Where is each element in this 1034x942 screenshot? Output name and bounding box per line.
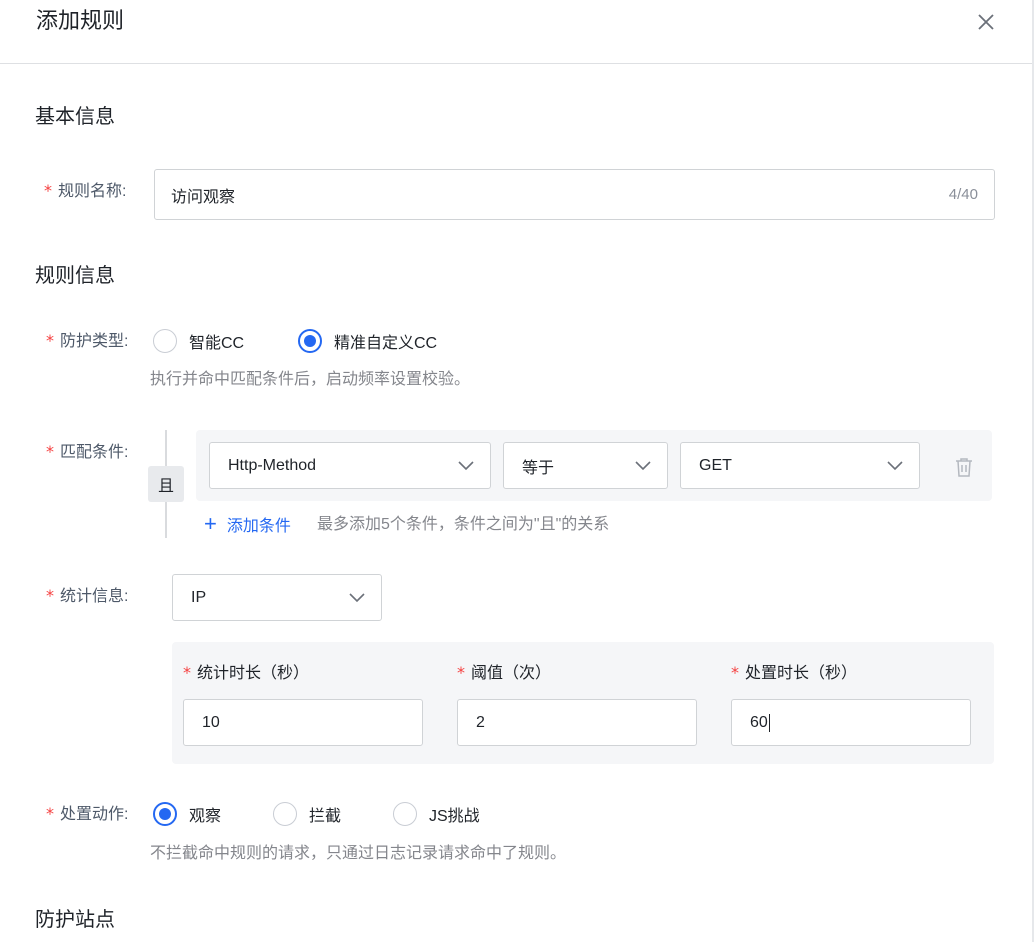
radio-circle-checked [153, 802, 177, 826]
duration-label: * 统计时长（秒） [183, 663, 310, 682]
radio-circle-checked [298, 329, 322, 353]
rule-name-value: 访问观察 [171, 188, 236, 206]
rule-name-label: * 规则名称: [44, 181, 127, 200]
required-mark: * [46, 331, 54, 350]
required-mark: * [183, 663, 191, 682]
radio-circle [273, 802, 297, 826]
radio-circle [153, 329, 177, 353]
action-label: * 处置动作: [46, 804, 129, 823]
statistics-label: * 统计信息: [46, 586, 129, 605]
condition-value-select[interactable]: GET [680, 442, 920, 489]
logic-and-badge: 且 [148, 466, 184, 502]
chevron-down-icon [458, 460, 474, 471]
radio-label: JS挑战 [429, 808, 480, 825]
text-cursor [768, 713, 770, 732]
rule-name-input[interactable]: 访问观察 4/40 [154, 169, 995, 220]
header-divider [0, 63, 1034, 64]
radio-block[interactable]: 拦截 [273, 802, 341, 826]
required-mark: * [46, 586, 54, 605]
radio-js-challenge[interactable]: JS挑战 [393, 802, 480, 826]
required-mark: * [731, 663, 739, 682]
required-mark: * [457, 663, 465, 682]
section-basic-info: 基本信息 [35, 106, 115, 128]
protection-type-label: * 防护类型: [46, 331, 129, 350]
action-duration-value: 60 [750, 713, 768, 731]
duration-value: 10 [202, 713, 220, 731]
trash-icon [956, 458, 972, 477]
chevron-down-icon [349, 592, 365, 603]
required-mark: * [46, 804, 54, 823]
delete-condition-button[interactable] [952, 455, 976, 479]
add-condition-label: 添加条件 [226, 518, 291, 535]
threshold-value: 2 [476, 713, 485, 731]
dialog-title: 添加规则 [36, 8, 125, 33]
threshold-input[interactable]: 2 [457, 699, 697, 746]
threshold-label: * 阈值（次） [457, 663, 552, 682]
statistics-dimension-select[interactable]: IP [172, 574, 382, 621]
close-button[interactable] [972, 8, 1000, 36]
select-value: IP [191, 588, 207, 606]
chevron-down-icon [635, 460, 651, 471]
radio-circle [393, 802, 417, 826]
action-hint: 不拦截命中规则的请求，只通过日志记录请求命中了规则。 [150, 845, 567, 862]
select-value: 等于 [522, 459, 555, 477]
section-rule-info: 规则信息 [35, 265, 115, 287]
radio-precise-custom-cc[interactable]: 精准自定义CC [298, 329, 437, 353]
char-counter: 4/40 [948, 186, 978, 203]
radio-smart-cc[interactable]: 智能CC [153, 329, 244, 353]
radio-observe[interactable]: 观察 [153, 802, 221, 826]
close-icon [978, 14, 994, 30]
radio-label: 智能CC [189, 335, 245, 352]
radio-label: 精准自定义CC [334, 335, 438, 352]
duration-input[interactable]: 10 [183, 699, 423, 746]
action-duration-input[interactable]: 60 [731, 699, 971, 746]
section-protected-sites: 防护站点 [35, 909, 115, 931]
plus-icon: + [204, 511, 217, 536]
condition-operator-select[interactable]: 等于 [503, 442, 668, 489]
add-condition-button[interactable]: + 添加条件 [204, 512, 291, 536]
required-mark: * [46, 442, 54, 461]
radio-label: 拦截 [309, 808, 342, 825]
required-mark: * [44, 181, 52, 200]
condition-field-select[interactable]: Http-Method [209, 442, 491, 489]
action-duration-label: * 处置时长（秒） [731, 663, 858, 682]
match-condition-label: * 匹配条件: [46, 442, 129, 461]
radio-label: 观察 [189, 808, 222, 825]
chevron-down-icon [887, 460, 903, 471]
add-condition-hint: 最多添加5个条件，条件之间为"且"的关系 [317, 516, 610, 533]
protection-type-hint: 执行并命中匹配条件后，启动频率设置校验。 [150, 371, 471, 388]
select-value: GET [699, 456, 732, 474]
select-value: Http-Method [228, 456, 317, 474]
